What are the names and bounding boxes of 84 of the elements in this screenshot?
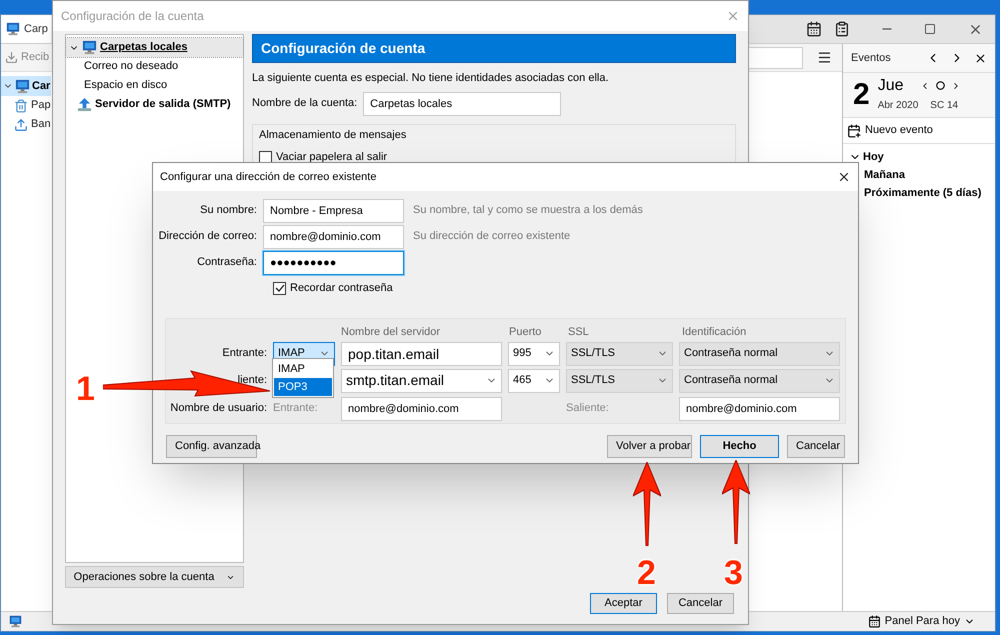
field-label: Nombre de la cuenta: xyxy=(252,96,358,112)
day-number: 2 xyxy=(853,80,870,110)
text-field[interactable]: ●●●●●●●●●● xyxy=(263,250,404,274)
dialog-button[interactable]: Cancelar xyxy=(667,593,734,614)
field-label: Dirección de correo: xyxy=(158,229,258,244)
folder-item[interactable]: Ban xyxy=(1,115,51,134)
dialog-button[interactable]: Cancelar xyxy=(787,434,845,458)
field-label: Contraseña: xyxy=(196,255,258,270)
ssl-dropdown[interactable]: SSL/TLS xyxy=(566,342,673,366)
dialog-button[interactable]: Hecho xyxy=(700,434,779,458)
agenda-section[interactable]: Próximamente (5 días) xyxy=(863,184,982,202)
ssl-dropdown[interactable]: SSL/TLS xyxy=(566,368,673,392)
row-label: Nombre de usuario: xyxy=(169,401,267,416)
username-field[interactable]: nombre@dominio.com xyxy=(679,396,840,420)
today-icon[interactable] xyxy=(936,81,945,90)
auth-dropdown[interactable]: Contraseña normal xyxy=(679,342,840,366)
text-field[interactable]: nombre@dominio.com xyxy=(263,224,404,248)
maximize-icon[interactable] xyxy=(924,23,936,35)
port-dropdown[interactable]: 995 xyxy=(508,342,560,366)
outbox-icon xyxy=(14,118,28,132)
dialog-button[interactable]: Aceptar xyxy=(590,593,657,614)
tree-item[interactable]: Correo no deseado xyxy=(66,57,243,76)
account-actions-button[interactable]: Operaciones sobre la cuenta xyxy=(65,566,244,588)
calendar-icon[interactable] xyxy=(806,21,822,37)
field-hint: Su nombre, tal y como se muestra a los demás xyxy=(413,203,643,218)
window-title: Configuración de la cuenta xyxy=(61,8,205,25)
row-label: liente: xyxy=(238,373,267,388)
upload-icon xyxy=(77,97,92,112)
computer-icon xyxy=(15,78,30,94)
section-header: Configuración de cuenta xyxy=(252,34,736,63)
column-header: SSL xyxy=(568,324,590,338)
checkbox-label: Vaciar papelera al salir xyxy=(276,150,388,165)
computer-icon xyxy=(82,40,97,55)
field-label: Su nombre: xyxy=(199,203,258,218)
computer-icon xyxy=(6,22,20,36)
checkbox[interactable] xyxy=(273,282,286,295)
description: La siguiente cuenta es especial. No tiene identidades asociadas con ella. xyxy=(252,71,610,86)
tree-item[interactable]: Espacio en disco xyxy=(66,76,243,95)
weekday: Jue xyxy=(878,78,904,94)
search-field[interactable] xyxy=(747,46,803,68)
calendar-plus-icon xyxy=(847,124,861,138)
checkbox[interactable] xyxy=(259,150,272,164)
column-header: Identificación xyxy=(682,324,746,338)
tree-item[interactable]: Servidor de salida (SMTP) xyxy=(66,95,243,114)
field-hint: Su dirección de correo existente xyxy=(413,229,570,244)
row-label: Entrante: xyxy=(221,346,267,362)
agenda-section[interactable]: Hoy xyxy=(863,148,884,166)
account-name-field[interactable]: Carpetas locales xyxy=(363,92,562,116)
close-icon[interactable] xyxy=(837,170,851,184)
computer-icon xyxy=(9,615,22,628)
username-field[interactable]: nombre@dominio.com xyxy=(341,396,502,420)
pane-title: Eventos xyxy=(851,50,892,66)
calendar-icon xyxy=(868,615,881,628)
text-field[interactable]: Nombre - Empresa xyxy=(263,198,404,222)
column-header: Puerto xyxy=(509,324,542,338)
download-icon xyxy=(5,51,18,64)
dialog-title: Configurar una dirección de correo existente xyxy=(160,170,378,185)
port-dropdown[interactable]: 465 xyxy=(508,368,560,392)
field-label: Saliente: xyxy=(566,401,610,416)
step-number: 3 xyxy=(724,556,743,590)
menu-icon[interactable] xyxy=(817,50,832,65)
auth-dropdown[interactable]: Contraseña normal xyxy=(679,368,840,392)
tree-item[interactable]: Carpetas locales xyxy=(66,38,243,57)
checkbox-label: Recordar contraseña xyxy=(290,281,393,296)
dialog-button[interactable]: Volver a probar xyxy=(607,434,692,458)
mail-tab[interactable]: Carp xyxy=(1,15,51,43)
trash-icon xyxy=(14,98,28,112)
new-event-button[interactable]: Nuevo evento xyxy=(843,118,995,144)
field-label: Entrante: xyxy=(273,401,319,416)
server-field[interactable]: pop.titan.email xyxy=(341,342,502,366)
tasks-icon[interactable] xyxy=(834,21,850,37)
today-pane-button[interactable]: Panel Para hoy xyxy=(868,613,975,630)
month-year: Abr 2020 xyxy=(878,98,918,112)
dropdown-option[interactable]: POP3 xyxy=(274,378,332,396)
server-dropdown[interactable]: smtp.titan.email xyxy=(341,368,502,392)
folder-item[interactable]: Car xyxy=(1,76,51,96)
step-number: 1 xyxy=(76,372,95,406)
group-title: Almacenamiento de mensajes xyxy=(259,128,408,142)
step-number: 2 xyxy=(637,556,656,590)
column-header: Nombre del servidor xyxy=(341,324,442,338)
close-icon[interactable] xyxy=(974,52,987,64)
folder-item[interactable]: Pap xyxy=(1,96,51,115)
agenda-section[interactable]: Mañana xyxy=(863,166,905,184)
week-number: SC 14 xyxy=(930,98,958,112)
